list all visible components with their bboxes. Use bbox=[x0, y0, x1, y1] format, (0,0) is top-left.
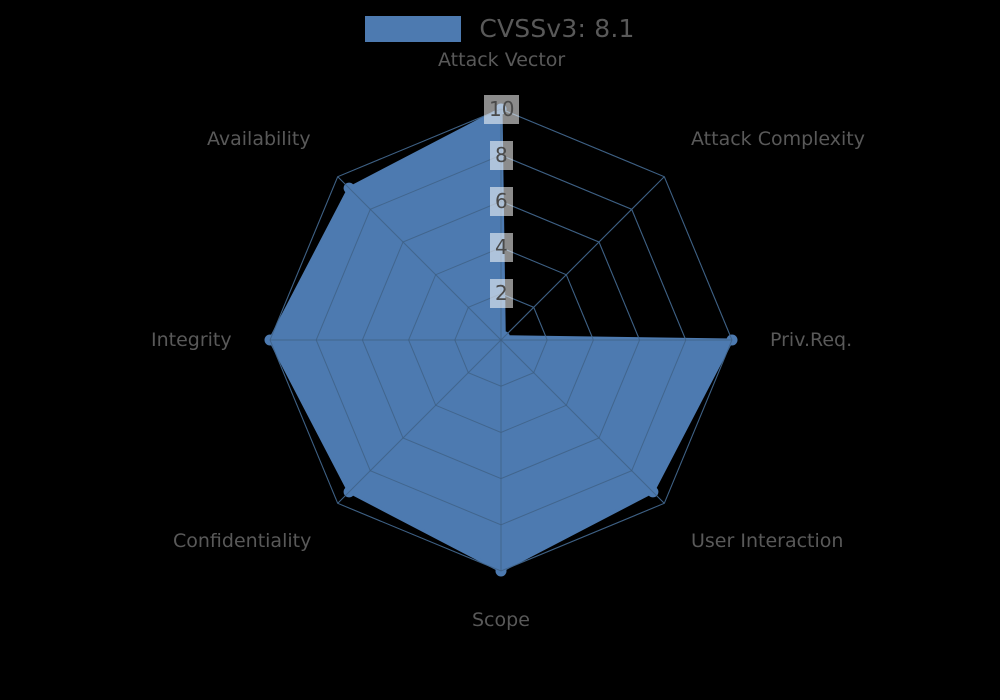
radar-grid-overlay bbox=[269, 108, 733, 572]
radar-spoke bbox=[500, 176, 665, 341]
radar-axis-label-attack-vector: Attack Vector bbox=[438, 49, 566, 71]
radar-tick-label: 4 bbox=[490, 233, 513, 262]
radar-axis-label-availability: Availability bbox=[207, 128, 311, 150]
radar-tick-label: 10 bbox=[484, 95, 520, 124]
radar-axis-label-priv-req: Priv.Req. bbox=[770, 329, 853, 351]
radar-axis-label-scope: Scope bbox=[472, 609, 530, 631]
radar-tick-label: 6 bbox=[490, 187, 513, 216]
radar-tick-label: 2 bbox=[490, 279, 513, 308]
radar-axis-label-attack-complexity: Attack Complexity bbox=[691, 128, 866, 150]
radar-tick-label: 8 bbox=[490, 141, 513, 170]
radar-axis-label-user-interaction: User Interaction bbox=[691, 530, 844, 552]
radar-axis-label-confidentiality: Confidentiality bbox=[173, 530, 312, 552]
radar-axis-label-integrity: Integrity bbox=[151, 329, 232, 351]
radar-chart-figure: CVSSv3: 8.1 Attack Vector Attack Complexi… bbox=[0, 0, 1000, 700]
